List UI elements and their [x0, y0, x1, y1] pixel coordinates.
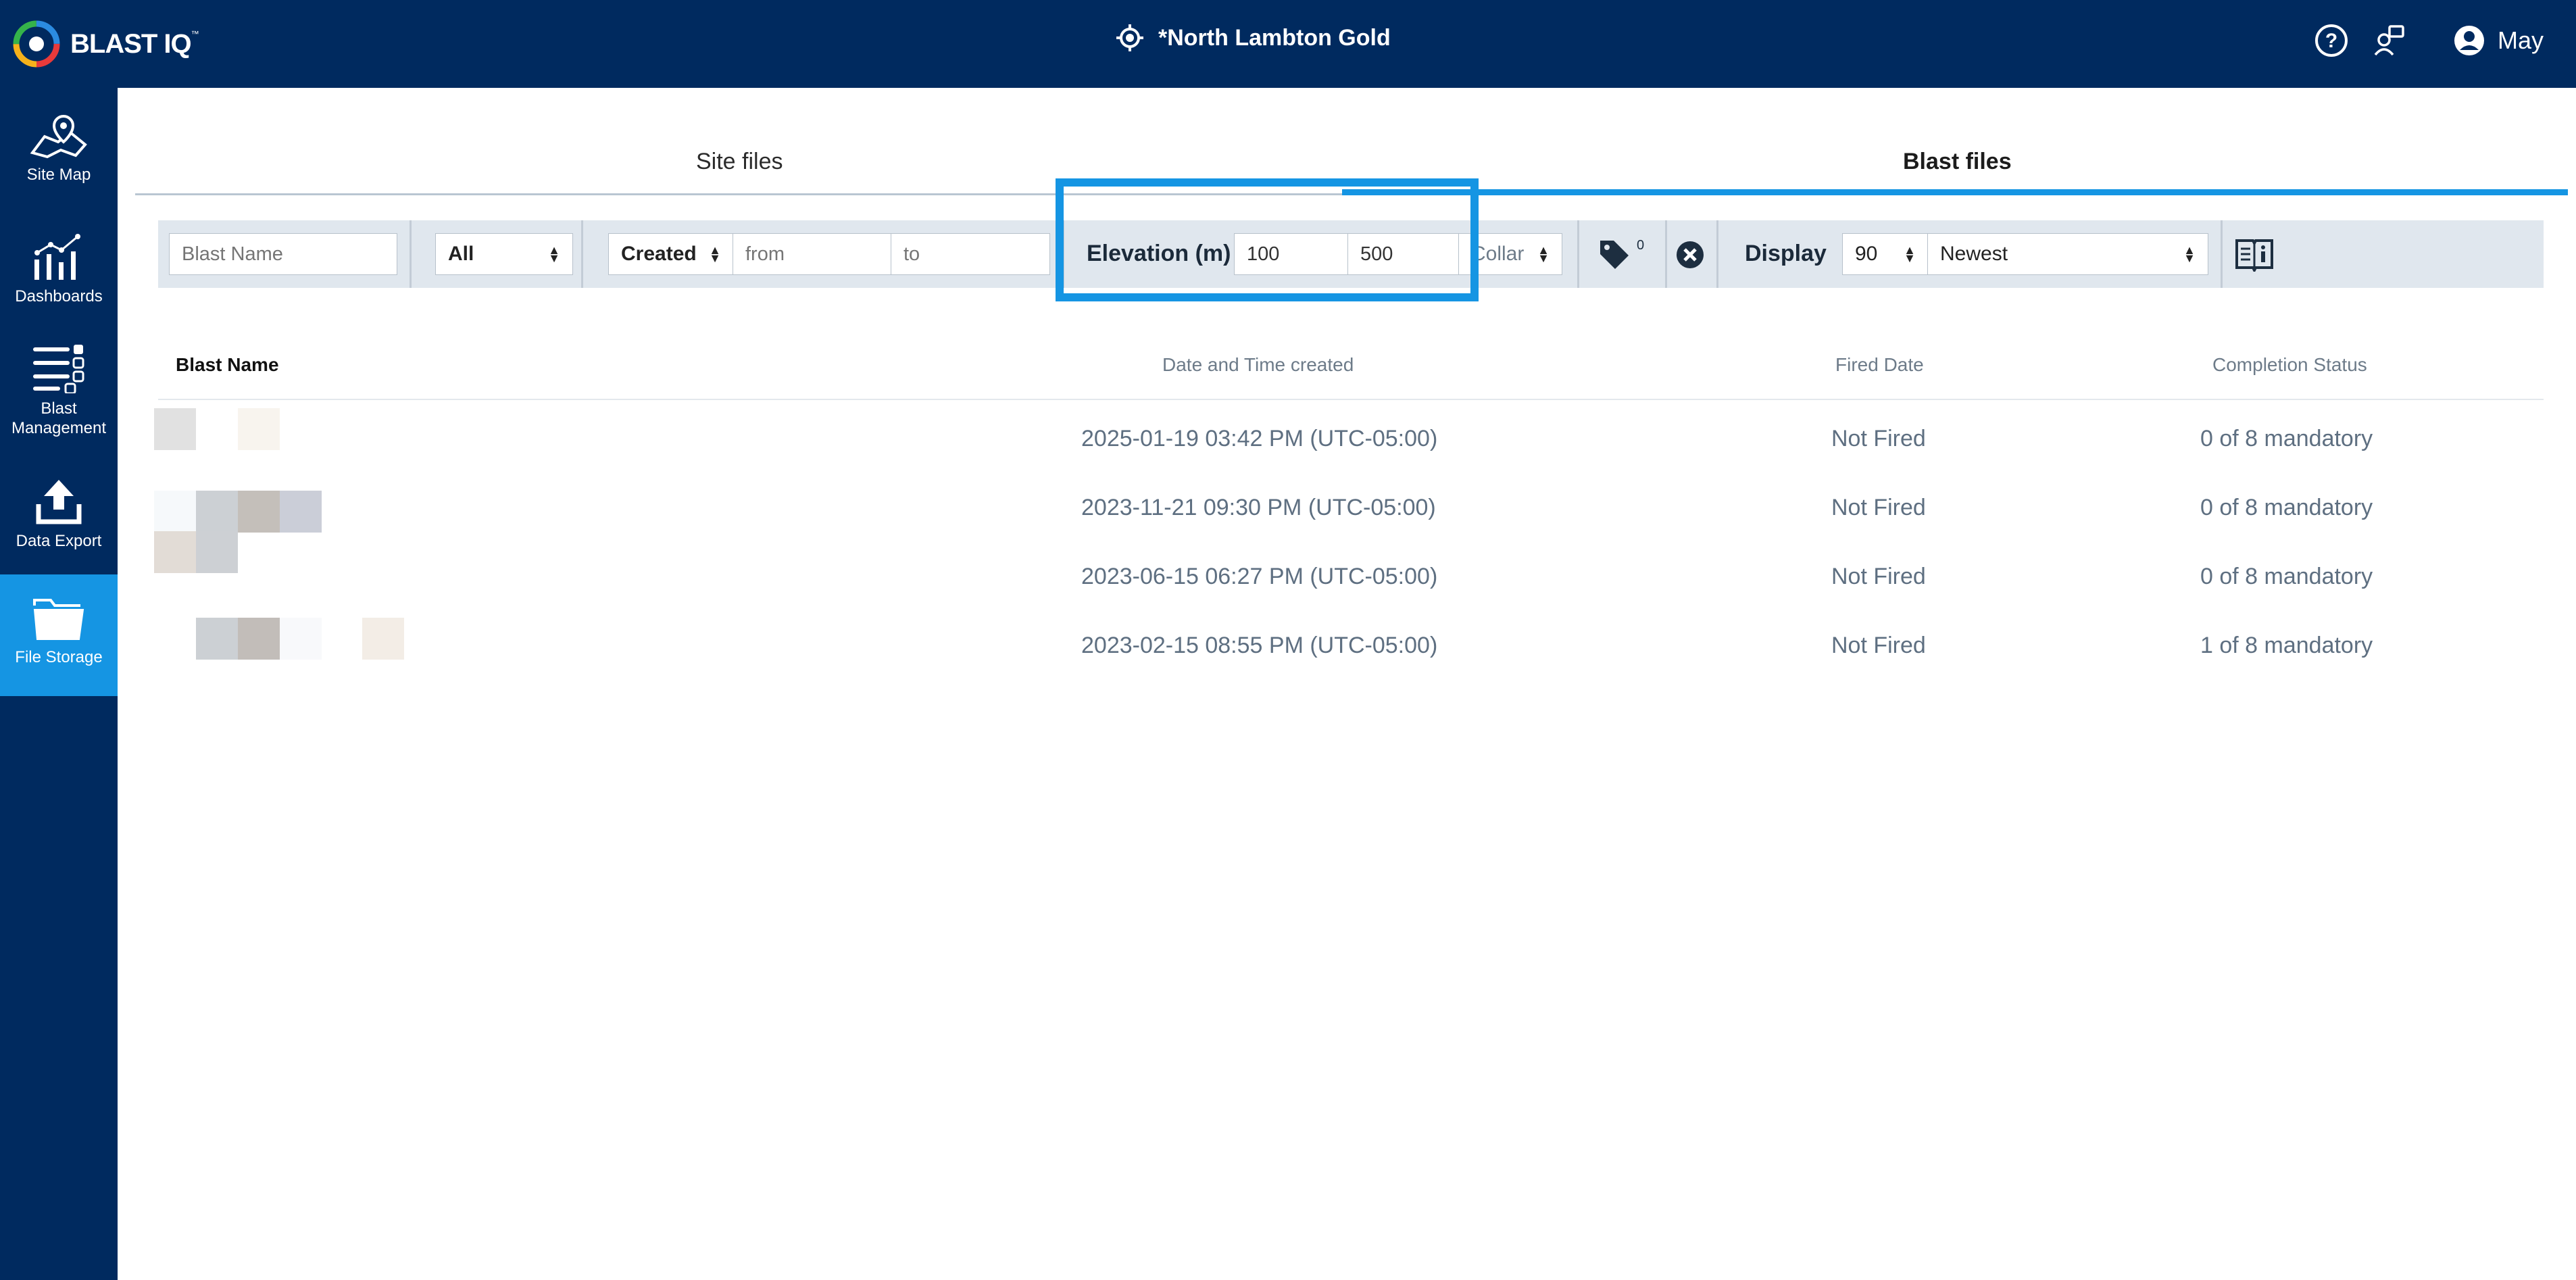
- date-created-cell: 2025-01-19 03:42 PM (UTC-05:00): [1081, 426, 1438, 451]
- list-checks-icon: [33, 345, 84, 393]
- elevation-filter-highlight: [1056, 178, 1479, 301]
- active-tab-indicator: [1342, 189, 2568, 195]
- redacted-blast-name: [280, 618, 322, 660]
- redacted-blast-name: [362, 618, 404, 660]
- table-row[interactable]: 2023-11-21 09:30 PM (UTC-05:00) Not Fire…: [154, 469, 2544, 537]
- filter-separator: [1716, 220, 1718, 288]
- help-icon[interactable]: ?: [2314, 23, 2349, 58]
- column-header-completion-status[interactable]: Completion Status: [2212, 354, 2367, 376]
- fired-date-cell: Not Fired: [1831, 495, 1926, 520]
- filter-separator: [1665, 220, 1667, 288]
- display-label: Display: [1745, 241, 1827, 266]
- completion-status-cell: 1 of 8 mandatory: [2200, 633, 2373, 658]
- sidebar-item-dashboards[interactable]: Dashboards: [0, 232, 118, 306]
- tag-icon: [1600, 241, 1629, 269]
- clear-filters-icon[interactable]: [1676, 241, 1704, 269]
- blast-name-filter-input[interactable]: [169, 233, 397, 275]
- completion-status-cell: 0 of 8 mandatory: [2200, 564, 2373, 589]
- top-bar: BLAST IQ™ *North Lambton Gold ? May: [0, 0, 2576, 88]
- tag-count: 0: [1637, 238, 1645, 253]
- select-arrows-icon: ▲ ▼: [1537, 243, 1550, 265]
- date-to-input[interactable]: [891, 233, 1050, 275]
- svg-text:?: ?: [2325, 30, 2337, 52]
- user-name: May: [2497, 26, 2544, 54]
- tag-filter[interactable]: 0: [1597, 238, 1644, 272]
- sidebar-item-data-export[interactable]: Data Export: [0, 477, 118, 551]
- redacted-blast-name: [280, 491, 322, 533]
- sidebar-item-label: Site Map: [26, 166, 91, 184]
- blast-type-select[interactable]: All ▲ ▼: [435, 233, 573, 275]
- filter-separator: [1577, 220, 1579, 288]
- fired-date-cell: Not Fired: [1831, 426, 1926, 451]
- upload-icon: [36, 480, 82, 524]
- select-arrows-icon: ▲ ▼: [2183, 243, 2196, 265]
- sidebar-item-label: File Storage: [15, 648, 103, 666]
- sidebar-item-label: Blast: [41, 399, 77, 418]
- sidebar-item-blast-management[interactable]: Blast Management: [0, 343, 118, 438]
- folder-icon: [33, 599, 84, 640]
- tab-site-files[interactable]: Site files: [696, 149, 783, 175]
- filter-separator: [581, 220, 583, 288]
- redacted-blast-name: [154, 491, 196, 533]
- book-info-icon[interactable]: [2234, 237, 2275, 272]
- sidebar-item-label: Data Export: [16, 532, 102, 550]
- column-header-fired-date[interactable]: Fired Date: [1835, 354, 1924, 376]
- date-created-cell: 2023-06-15 06:27 PM (UTC-05:00): [1081, 564, 1438, 589]
- map-pin-icon: [30, 114, 87, 159]
- redacted-blast-name: [196, 531, 238, 573]
- redacted-blast-name: [196, 491, 238, 533]
- support-chat-icon[interactable]: [2372, 24, 2406, 57]
- date-type-select[interactable]: Created ▲ ▼: [608, 233, 734, 275]
- table-row[interactable]: 2025-01-19 03:42 PM (UTC-05:00) Not Fire…: [154, 400, 2544, 468]
- date-created-cell: 2023-11-21 09:30 PM (UTC-05:00): [1081, 495, 1436, 520]
- sidebar-item-label: Dashboards: [15, 287, 103, 305]
- filter-separator: [410, 220, 412, 288]
- redacted-blast-name: [154, 408, 196, 450]
- completion-status-cell: 0 of 8 mandatory: [2200, 426, 2373, 451]
- redacted-blast-name: [238, 408, 280, 450]
- sidebar-item-site-map[interactable]: Site Map: [0, 112, 118, 184]
- site-selector[interactable]: *North Lambton Gold: [1115, 23, 1391, 53]
- redacted-blast-name: [154, 531, 196, 573]
- user-menu[interactable]: May: [2453, 24, 2544, 57]
- sidebar: Site Map Dashboards Blast Management Dat…: [0, 88, 118, 1280]
- header-actions: ? May: [2314, 23, 2544, 58]
- date-created-cell: 2023-02-15 08:55 PM (UTC-05:00): [1081, 633, 1438, 658]
- completion-status-cell: 0 of 8 mandatory: [2200, 495, 2373, 520]
- blastiq-logo[interactable]: BLAST IQ™: [11, 18, 199, 70]
- fired-date-cell: Not Fired: [1831, 633, 1926, 658]
- logo-text: BLAST IQ™: [70, 28, 199, 59]
- column-header-blast-name[interactable]: Blast Name: [176, 354, 279, 376]
- select-arrows-icon: ▲ ▼: [709, 243, 721, 265]
- logo-ring-icon: [13, 20, 60, 68]
- user-avatar-icon: [2454, 26, 2484, 55]
- redacted-blast-name: [196, 618, 238, 660]
- locate-icon: [1116, 24, 1143, 51]
- table-header: Blast Name Date and Time created Fired D…: [158, 338, 2544, 400]
- filter-separator: [2221, 220, 2223, 288]
- column-header-date-created[interactable]: Date and Time created: [1162, 354, 1354, 376]
- sort-order-select[interactable]: Newest ▲ ▼: [1927, 233, 2208, 275]
- chart-icon: [34, 234, 80, 280]
- display-count-select[interactable]: 90 ▲ ▼: [1842, 233, 1929, 275]
- select-arrows-icon: ▲ ▼: [1904, 243, 1916, 265]
- date-from-input[interactable]: [733, 233, 892, 275]
- select-arrows-icon: ▲ ▼: [548, 243, 560, 265]
- redacted-blast-name: [238, 491, 280, 533]
- site-name: *North Lambton Gold: [1158, 24, 1391, 51]
- table-row[interactable]: 2023-02-15 08:55 PM (UTC-05:00) Not Fire…: [158, 607, 2544, 674]
- tab-blast-files[interactable]: Blast files: [1903, 149, 2012, 175]
- sidebar-item-file-storage[interactable]: File Storage: [0, 574, 118, 696]
- fired-date-cell: Not Fired: [1831, 564, 1926, 589]
- redacted-blast-name: [238, 618, 280, 660]
- sidebar-item-label: Management: [11, 419, 107, 437]
- table-row[interactable]: 2023-06-15 06:27 PM (UTC-05:00) Not Fire…: [154, 531, 2544, 606]
